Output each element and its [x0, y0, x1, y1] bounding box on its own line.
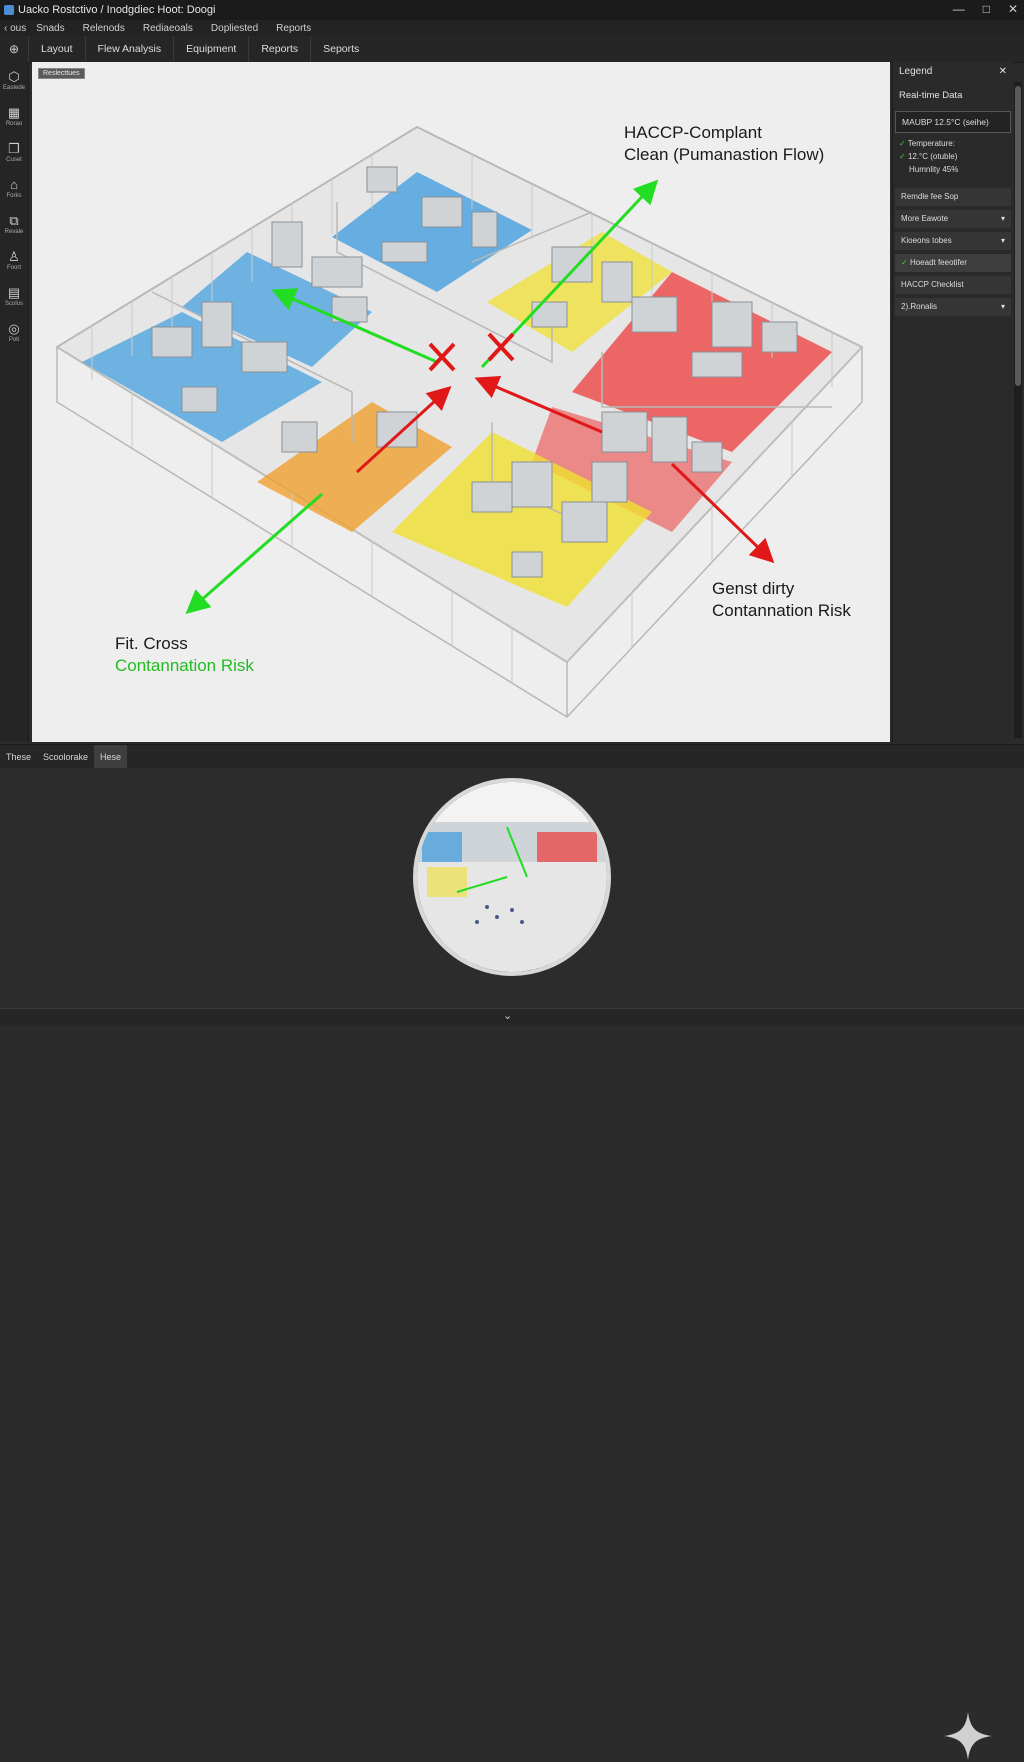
- check-icon: ✓: [901, 258, 908, 267]
- chevron-down-icon: ▾: [1000, 214, 1005, 223]
- tool-label: Revale: [4, 228, 24, 235]
- tool-label: Eastede: [2, 84, 26, 91]
- chevron-down-icon: ▾: [1000, 236, 1005, 245]
- preview-thumbnail: [417, 782, 607, 972]
- tool-box[interactable]: ▤ Scolos: [0, 278, 28, 314]
- legend-row[interactable]: Remdle fee Sop: [895, 188, 1011, 206]
- app-icon: [4, 5, 14, 15]
- sparkle-icon: [944, 1712, 992, 1760]
- left-toolbar: ⬡ Eastede ▦ Rorao ❐ Cuset ⌂ Forks ⧉ Revale ♙ F…: [0, 62, 29, 742]
- window-controls: — □ ✕: [953, 2, 1018, 16]
- menu-item[interactable]: Snads: [36, 23, 64, 34]
- menu-item[interactable]: Reports: [276, 23, 311, 34]
- legend-row[interactable]: 2).Ronalis ▾: [895, 298, 1011, 316]
- tool-hexagon[interactable]: ⬡ Eastede: [0, 62, 28, 98]
- bottom-tab[interactable]: These: [0, 745, 37, 769]
- bottom-tab-active[interactable]: Hese: [94, 745, 128, 769]
- realtime-readout: MAUBP 12.5°C (seihe): [895, 111, 1011, 133]
- menu-back[interactable]: ‹ ous: [4, 23, 26, 34]
- tool-copy[interactable]: ❐ Cuset: [0, 134, 28, 170]
- cross-risk-label-line2: Contannation Risk: [115, 656, 254, 675]
- tool-label: Forks: [6, 192, 22, 199]
- bottom-tab-bar: These Scoolorake Hese: [0, 744, 1024, 770]
- legend-title: Legend: [899, 65, 933, 77]
- tool-label: Foort: [6, 264, 21, 271]
- preview-lens[interactable]: [413, 778, 611, 976]
- clean-flow-title-line1: HACCP-Complant: [624, 123, 762, 142]
- tool-layers[interactable]: ⧉ Revale: [0, 206, 28, 242]
- hexagon-icon: ⬡: [8, 68, 20, 84]
- chevron-down-icon[interactable]: ⌄: [503, 1009, 512, 1022]
- haccp-checklist-row[interactable]: HACCP Checklist: [895, 276, 1011, 294]
- tab-layout[interactable]: Layout: [28, 36, 85, 62]
- status-bar: ⌄: [0, 1008, 1024, 1025]
- tab-equipment[interactable]: Equipment: [173, 36, 248, 62]
- cross-risk-label-line1: Fit. Cross: [115, 634, 188, 653]
- tool-pin[interactable]: ◎ Poti: [0, 314, 28, 350]
- bottom-tab[interactable]: Scoolorake: [37, 745, 94, 769]
- person-icon: ♙: [8, 248, 20, 264]
- box-icon: ▤: [7, 284, 21, 300]
- legend-row[interactable]: Kioeons tobes ▾: [895, 232, 1011, 250]
- temperature-value: ✓ 12.°C (otuble): [899, 152, 958, 161]
- legend-panel: Legend ✕ Real-time Data MAUBP 12.5°C (se…: [892, 62, 1013, 742]
- close-button[interactable]: ✕: [1008, 2, 1018, 16]
- layout-canvas[interactable]: Reslecttues HACCP-Complant Clean (Pumana…: [32, 62, 890, 742]
- copy-icon: ❐: [8, 140, 20, 156]
- floor-plan: HACCP-Complant Clean (Pumanastion Flow) …: [55, 123, 864, 718]
- tool-label: Rorao: [5, 120, 23, 127]
- preview-panel: [0, 768, 1024, 1760]
- check-icon: ✓: [899, 152, 908, 161]
- maximize-button[interactable]: □: [983, 2, 990, 16]
- legend-row[interactable]: More Eawote ▾: [895, 210, 1011, 228]
- close-icon[interactable]: ✕: [999, 66, 1007, 77]
- tab-seports[interactable]: Seports: [310, 36, 371, 62]
- legend-header: Legend ✕: [893, 62, 1013, 80]
- menu-item[interactable]: Rediaeoals: [143, 23, 193, 34]
- tool-label: Scolos: [4, 300, 23, 307]
- tool-lock[interactable]: ⌂ Forks: [0, 170, 28, 206]
- clean-flow-arrow-bottom: [185, 492, 323, 614]
- tool-person[interactable]: ♙ Foort: [0, 242, 28, 278]
- home-icon[interactable]: ⊕: [0, 42, 28, 56]
- minimize-button[interactable]: —: [953, 2, 965, 16]
- check-icon: ✓: [899, 139, 908, 148]
- realtime-heading: Real-time Data: [899, 90, 963, 101]
- tab-reports[interactable]: Reports: [248, 36, 310, 62]
- pin-icon: ◎: [8, 320, 20, 336]
- tab-bar: ⊕ Layout Flew Analysis Equipment Reports…: [0, 36, 1024, 63]
- window-title: Uacko Rostctivo / Inodgdiec Hoot: Doogi: [18, 4, 216, 16]
- menu-bar: ‹ ous Snads Relenods Rediaeoals Dopliest…: [0, 20, 1024, 36]
- tool-label: Cuset: [6, 156, 22, 163]
- tool-grid[interactable]: ▦ Rorao: [0, 98, 28, 134]
- layers-icon: ⧉: [9, 212, 19, 228]
- humidity-value: Humnlity 45%: [909, 165, 959, 174]
- menu-item[interactable]: Relenods: [83, 23, 125, 34]
- dirty-risk-label-line2: Contannation Risk: [712, 601, 851, 620]
- legend-scrollbar[interactable]: [1014, 82, 1022, 738]
- dirty-risk-label-line1: Genst dirty: [712, 579, 795, 598]
- legend-row-checked[interactable]: ✓ Hoeadt feeotifer: [895, 254, 1011, 272]
- title-bar: Uacko Rostctivo / Inodgdiec Hoot: Doogi …: [0, 0, 1024, 20]
- scroll-thumb[interactable]: [1015, 86, 1021, 386]
- temperature-label: ✓ Temperature:: [899, 139, 955, 148]
- tool-label: Poti: [8, 336, 20, 343]
- clean-flow-title-line2: Clean (Pumanastion Flow): [624, 145, 824, 164]
- tab-flow-analysis[interactable]: Flew Analysis: [84, 36, 174, 62]
- menu-item[interactable]: Dopliested: [211, 23, 258, 34]
- lock-icon: ⌂: [10, 176, 18, 192]
- chevron-down-icon: ▾: [1000, 302, 1005, 311]
- grid-icon: ▦: [7, 104, 21, 120]
